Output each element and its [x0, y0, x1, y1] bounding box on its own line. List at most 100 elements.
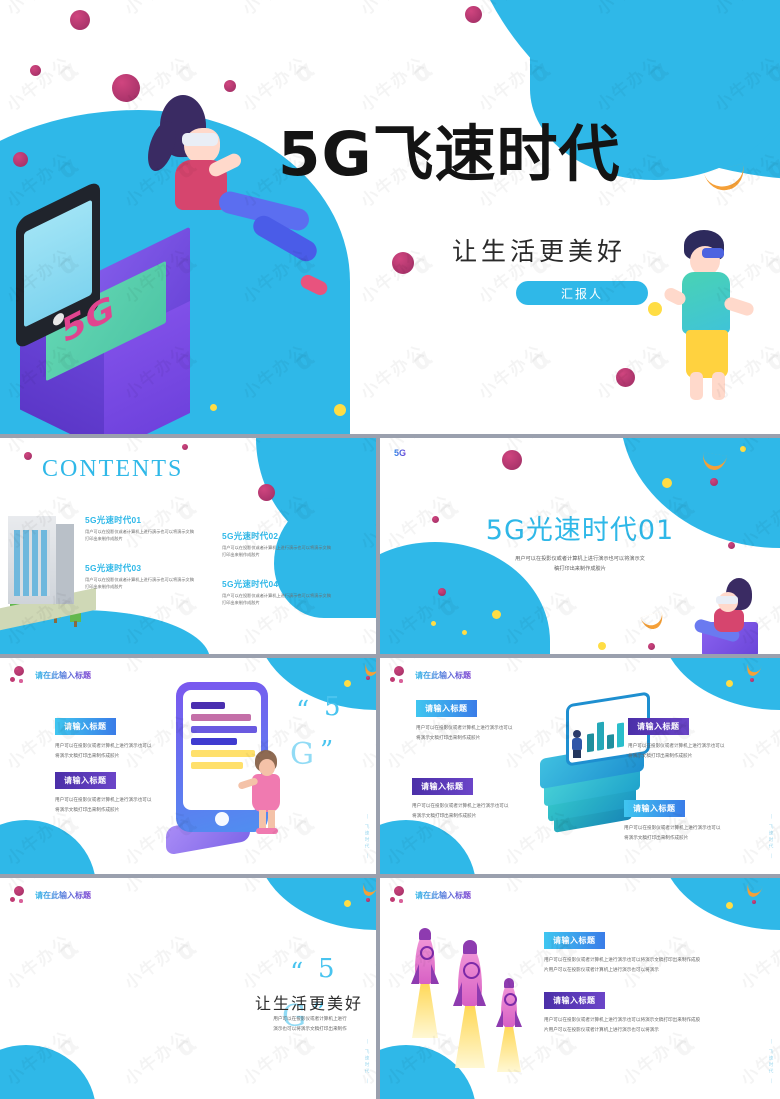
toc-item-title: 5G光速时代03	[85, 563, 142, 573]
building-windows	[14, 530, 50, 596]
watermark-logo-icon: α	[170, 54, 204, 90]
content-block-1[interactable]: 请输入标题 用户可以在投影仪或者计算机上进行演示也可以 将演示文稿打印出来制作成…	[416, 698, 512, 742]
content-slide-server[interactable]: 请在此输入标题 请输入标题 用户可以在投影仪或者计算机上进行演示也可以 将演示文…	[380, 658, 780, 874]
block-desc: 用户可以在投影仪或者计算机上进行演示也可以 将演示文稿打印出来制作成胶片	[416, 725, 513, 740]
boy-leg-left	[690, 372, 703, 400]
vr-headset-icon	[182, 133, 218, 146]
cover-slide[interactable]: 5G 5G飞速时代 让生活更美好 汇报人 小牛办公α小牛办公α小牛办公α小牛办公…	[0, 0, 780, 434]
tree-trunk	[74, 621, 77, 627]
header-dot-large	[394, 886, 404, 896]
quote-number: 5	[324, 692, 341, 722]
decor-blue-shape-bottom-left	[0, 1045, 96, 1099]
section-corner-label: 5G	[394, 448, 407, 458]
toc-item-1[interactable]: 5G光速时代01 用户可以在投影仪或者计算机上进行演示也可以将演示文稿打印出来制…	[85, 514, 195, 542]
decor-dot	[392, 252, 414, 274]
decor-blue-shape-bottom-left	[0, 820, 96, 874]
slide-header: 请在此输入标题	[390, 886, 471, 904]
decor-dot	[710, 478, 718, 486]
block-tag: 请输入标题	[412, 778, 473, 795]
slide-deck-preview: 5G 5G飞速时代 让生活更美好 汇报人 小牛办公α小牛办公α小牛办公α小牛办公…	[0, 0, 780, 1099]
watermark-logo-icon: α	[406, 54, 440, 90]
decor-dot	[210, 404, 217, 411]
watermark-text: 小牛办公	[118, 0, 193, 20]
slide-footer-note: — 飞速时代 —	[769, 1038, 774, 1085]
block-desc: 用户可以在投影仪或者计算机上进行演示也可以 将演示文稿打印出来制作成胶片	[624, 825, 721, 840]
watermark-text: 小牛办公	[0, 438, 75, 458]
block-tag: 请输入标题	[55, 718, 116, 735]
toc-item-4[interactable]: 5G光速时代04 用户可以在投影仪或者计算机上进行演示也可以将演示文稿打印出来制…	[222, 578, 332, 606]
decor-blue-shape-top-right	[256, 878, 376, 930]
slide-header-title: 请在此输入标题	[35, 670, 91, 680]
content-block-2[interactable]: 请输入标题 用户可以在投影仪或者计算机上进行演示也可以将演示文稿打印出来制作成胶…	[544, 990, 744, 1034]
toc-item-2[interactable]: 5G光速时代02 用户可以在投影仪或者计算机上进行演示也可以将演示文稿打印出来制…	[222, 530, 332, 558]
content-block-4[interactable]: 请输入标题 用户可以在投影仪或者计算机上进行演示也可以 将演示文稿打印出来制作成…	[624, 798, 720, 842]
decor-dot	[662, 478, 672, 488]
watermark-logo-icon: α	[550, 588, 584, 624]
content-block-2[interactable]: 请输入标题 用户可以在投影仪或者计算机上进行演示也可以 将演示文稿打印出来制作成…	[628, 716, 724, 760]
block-desc: 用户可以在投影仪或者计算机上进行演示也可以 将演示文稿打印出来制作成胶片	[55, 743, 152, 758]
rocket-flame	[455, 998, 485, 1068]
block-desc: 用户可以在投影仪或者计算机上进行演示也可以 将演示文稿打印出来制作成胶片	[55, 797, 152, 812]
decor-dot	[598, 642, 606, 650]
section-divider-slide[interactable]: 5G 5G光速时代01 用户可以在投影仪或者计算机上进行演示也可以将演示文 稿打…	[380, 438, 780, 654]
contents-slide[interactable]: CONTENTS 5G光速时代01 用户可以在投影仪或者计算机上进行演示也可以将…	[0, 438, 376, 654]
header-dot-medium	[10, 677, 15, 682]
content-block-2[interactable]: 请输入标题 用户可以在投影仪或者计算机上进行演示也可以 将演示文稿打印出来制作成…	[55, 770, 151, 814]
rocket-illustration-2	[452, 940, 488, 1068]
screen-bar	[191, 726, 257, 733]
watermark-logo-icon: α	[642, 342, 676, 378]
content-block-1[interactable]: 请输入标题 用户可以在投影仪或者计算机上进行演示也可以 将演示文稿打印出来制作成…	[55, 716, 151, 760]
watermark-text: 小牛办公	[0, 49, 75, 116]
toc-item-desc: 用户可以在投影仪或者计算机上进行演示也可以将演示文稿打印出来制作成胶片	[85, 529, 194, 542]
content-slide-phone[interactable]: 请在此输入标题 请输入标题 用户可以在投影仪或者计算机上进行演示也可以 将演示文…	[0, 658, 376, 874]
watermark-logo-icon: α	[170, 932, 204, 968]
watermark-logo-icon: α	[52, 932, 86, 968]
slide-header: 请在此输入标题	[10, 886, 91, 904]
watermark-text: 小牛办公	[590, 433, 665, 434]
watermark-text: 小牛办公	[734, 707, 780, 774]
person-figure	[570, 730, 584, 758]
slide-header-title: 请在此输入标题	[415, 670, 471, 680]
header-dot-medium	[390, 677, 395, 682]
watermark-text: 小牛办公	[380, 438, 455, 458]
decor-blue-shape-bottom-left	[380, 820, 476, 874]
contents-heading: CONTENTS	[42, 456, 184, 482]
rocket-nose	[419, 928, 431, 940]
block-desc: 用户可以在投影仪或者计算机上进行演示也可以将演示文稿打印出来制作成胶 片用户可以…	[544, 957, 701, 972]
header-dot-large	[14, 666, 24, 676]
girl-leg-right	[268, 810, 275, 830]
header-dot-medium	[390, 897, 395, 902]
decor-blue-shape-top-right	[256, 658, 376, 710]
header-dots-icon	[390, 886, 410, 904]
decor-dot	[616, 368, 635, 387]
decor-dot	[344, 900, 351, 907]
block-tag: 请输入标题	[624, 800, 685, 817]
block-desc: 用户可以在投影仪或者计算机上进行演示也可以 将演示文稿打印出来制作成胶片	[412, 803, 509, 818]
content-slide-quote[interactable]: 请在此输入标题 “ 5 G ” 让生活更美好 用户可以在投影仪或者计算机上进行 …	[0, 878, 376, 1099]
content-slide-rockets[interactable]: 请在此输入标题 请输入标题 用户可以在投影仪或者计算机上进行演示也可以将演示文稿…	[380, 878, 780, 1099]
decor-dot	[224, 80, 236, 92]
watermark-text: 小牛办公	[472, 433, 547, 434]
decor-dot	[726, 902, 733, 909]
rocket-illustration-3	[496, 978, 522, 1072]
content-block-1[interactable]: 请输入标题 用户可以在投影仪或者计算机上进行演示也可以将演示文稿打印出来制作成胶…	[544, 930, 744, 974]
watermark-text: 小牛办公	[354, 433, 429, 434]
slide-footer-note: — 飞速时代 —	[769, 813, 774, 860]
header-dot-large	[394, 666, 404, 676]
watermark-text: 小牛办公	[354, 0, 429, 20]
watermark-text: 小牛办公	[354, 707, 376, 774]
watermark-logo-icon: α	[170, 588, 204, 624]
toc-item-3[interactable]: 5G光速时代03 用户可以在投影仪或者计算机上进行演示也可以将演示文稿打印出来制…	[85, 562, 195, 590]
girl-illustration	[237, 750, 292, 836]
section-description: 用户可以在投影仪或者计算机上进行演示也可以将演示文 稿打印出来制作成胶片	[515, 556, 645, 572]
decor-dot	[726, 680, 733, 687]
presenter-button[interactable]: 汇报人	[516, 281, 648, 305]
quote-number: 5	[318, 954, 335, 984]
decor-dot	[112, 74, 140, 102]
content-block-3[interactable]: 请输入标题 用户可以在投影仪或者计算机上进行演示也可以 将演示文稿打印出来制作成…	[412, 776, 508, 820]
header-dot-small	[399, 899, 403, 903]
watermark-text: 小牛办公	[118, 1023, 193, 1090]
rocket-nose	[463, 940, 477, 954]
boy-body	[682, 272, 730, 334]
header-dots-icon	[10, 886, 30, 904]
